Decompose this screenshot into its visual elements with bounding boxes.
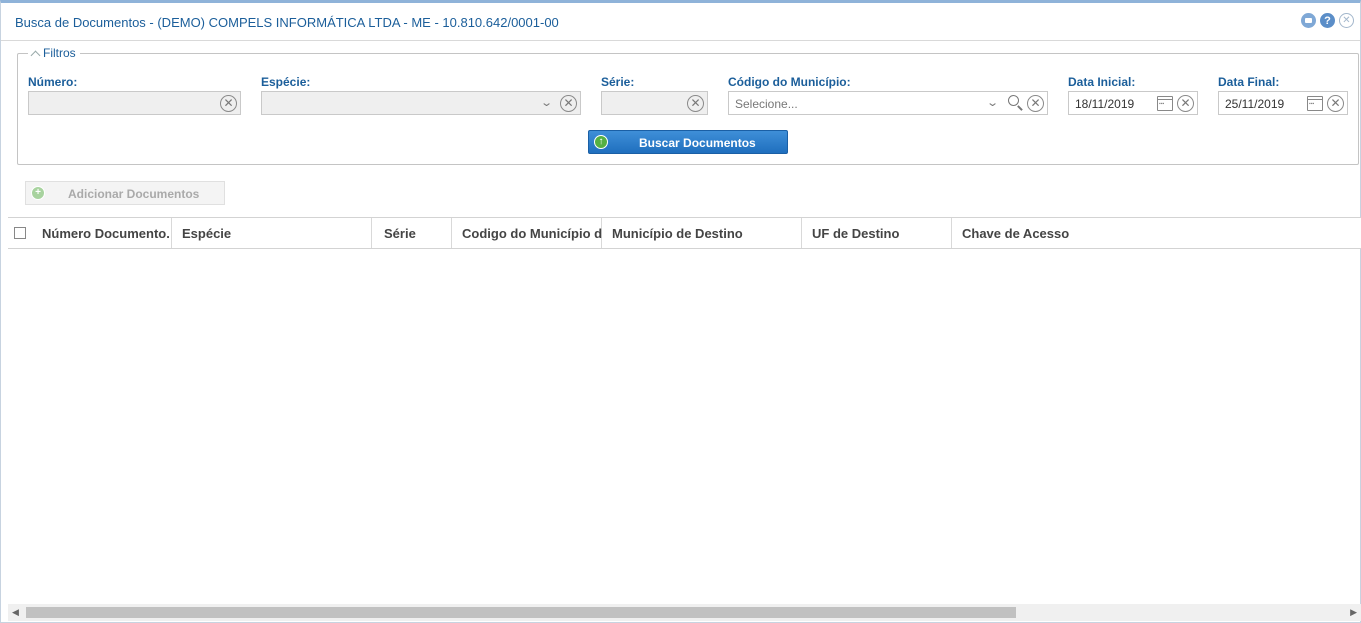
- title-bar: Busca de Documentos - (DEMO) COMPELS INF…: [1, 3, 1360, 41]
- search-documents-window: Busca de Documentos - (DEMO) COMPELS INF…: [0, 0, 1361, 623]
- filters-legend[interactable]: Filtros: [28, 46, 80, 60]
- numero-label: Número:: [28, 75, 78, 89]
- chevron-down-icon[interactable]: ⌄: [540, 96, 553, 109]
- adicionar-documentos-label: Adicionar Documentos: [68, 187, 200, 201]
- codigo-municipio-select[interactable]: Selecione... ⌄ ✕: [728, 91, 1048, 115]
- codigo-municipio-placeholder: Selecione...: [735, 97, 798, 111]
- window-title: Busca de Documentos - (DEMO) COMPELS INF…: [15, 15, 559, 30]
- close-icon[interactable]: ✕: [1339, 13, 1354, 28]
- clear-icon[interactable]: ✕: [1327, 95, 1344, 112]
- add-icon: +: [31, 186, 45, 200]
- column-municipio-destino[interactable]: Município de Destino: [602, 218, 802, 248]
- clear-icon[interactable]: ✕: [220, 95, 237, 112]
- clear-icon[interactable]: ✕: [1027, 95, 1044, 112]
- column-header-label: Série: [384, 226, 416, 241]
- data-inicial-value: 18/11/2019: [1075, 97, 1135, 111]
- data-final-label: Data Final:: [1218, 75, 1280, 89]
- horizontal-scrollbar[interactable]: ◀ ▶: [8, 604, 1361, 621]
- serie-input[interactable]: ✕: [601, 91, 708, 115]
- codigo-municipio-label: Código do Município:: [728, 75, 851, 89]
- especie-select[interactable]: ⌄ ✕: [261, 91, 581, 115]
- collapse-caret-icon[interactable]: [30, 50, 41, 60]
- data-inicial-label: Data Inicial:: [1068, 75, 1136, 89]
- especie-label: Espécie:: [261, 75, 311, 89]
- column-header-label: Município de Destino: [612, 226, 743, 241]
- column-header-label: Número Documento.: [42, 226, 170, 241]
- help-icon[interactable]: ?: [1320, 13, 1335, 28]
- data-inicial-input[interactable]: 18/11/2019 ✕: [1068, 91, 1198, 115]
- calendar-icon[interactable]: [1307, 96, 1323, 111]
- column-header-label: Chave de Acesso: [962, 226, 1070, 241]
- arrow-up-icon: ↑: [594, 135, 608, 149]
- column-header-label: Codigo do Município de Destino: [462, 226, 602, 241]
- column-uf-destino[interactable]: UF de Destino: [802, 218, 952, 248]
- documents-grid: Número Documento. Espécie Série Codigo d…: [8, 217, 1361, 623]
- column-numero-documento[interactable]: Número Documento.: [8, 218, 172, 248]
- clear-icon[interactable]: ✕: [1177, 95, 1194, 112]
- scroll-right-icon[interactable]: ▶: [1350, 607, 1357, 618]
- clear-icon[interactable]: ✕: [560, 95, 577, 112]
- column-codigo-municipio[interactable]: Codigo do Município de Destino: [452, 218, 602, 248]
- column-especie[interactable]: Espécie: [172, 218, 372, 248]
- column-serie[interactable]: Série: [372, 218, 452, 248]
- search-icon[interactable]: [1008, 95, 1023, 111]
- column-chave-acesso[interactable]: Chave de Acesso: [952, 218, 1361, 248]
- select-all-checkbox[interactable]: [14, 227, 26, 239]
- filters-legend-label: Filtros: [43, 46, 76, 60]
- scrollbar-thumb[interactable]: [26, 607, 1016, 618]
- data-final-value: 25/11/2019: [1225, 97, 1285, 111]
- column-header-label: Espécie: [182, 226, 232, 241]
- chevron-down-icon[interactable]: ⌄: [986, 96, 999, 109]
- window-controls: ? ✕: [1301, 13, 1354, 28]
- minimize-icon[interactable]: [1301, 13, 1316, 28]
- serie-label: Série:: [601, 75, 635, 89]
- grid-header: Número Documento. Espécie Série Codigo d…: [8, 218, 1361, 249]
- column-header-label: UF de Destino: [812, 226, 900, 241]
- calendar-icon[interactable]: [1157, 96, 1173, 111]
- scroll-left-icon[interactable]: ◀: [12, 607, 19, 618]
- clear-icon[interactable]: ✕: [687, 95, 704, 112]
- numero-input[interactable]: ✕: [28, 91, 241, 115]
- data-final-input[interactable]: 25/11/2019 ✕: [1218, 91, 1348, 115]
- adicionar-documentos-button[interactable]: + Adicionar Documentos: [25, 181, 225, 205]
- buscar-documentos-label: Buscar Documentos: [639, 136, 756, 150]
- buscar-documentos-button[interactable]: ↑ Buscar Documentos: [588, 130, 788, 154]
